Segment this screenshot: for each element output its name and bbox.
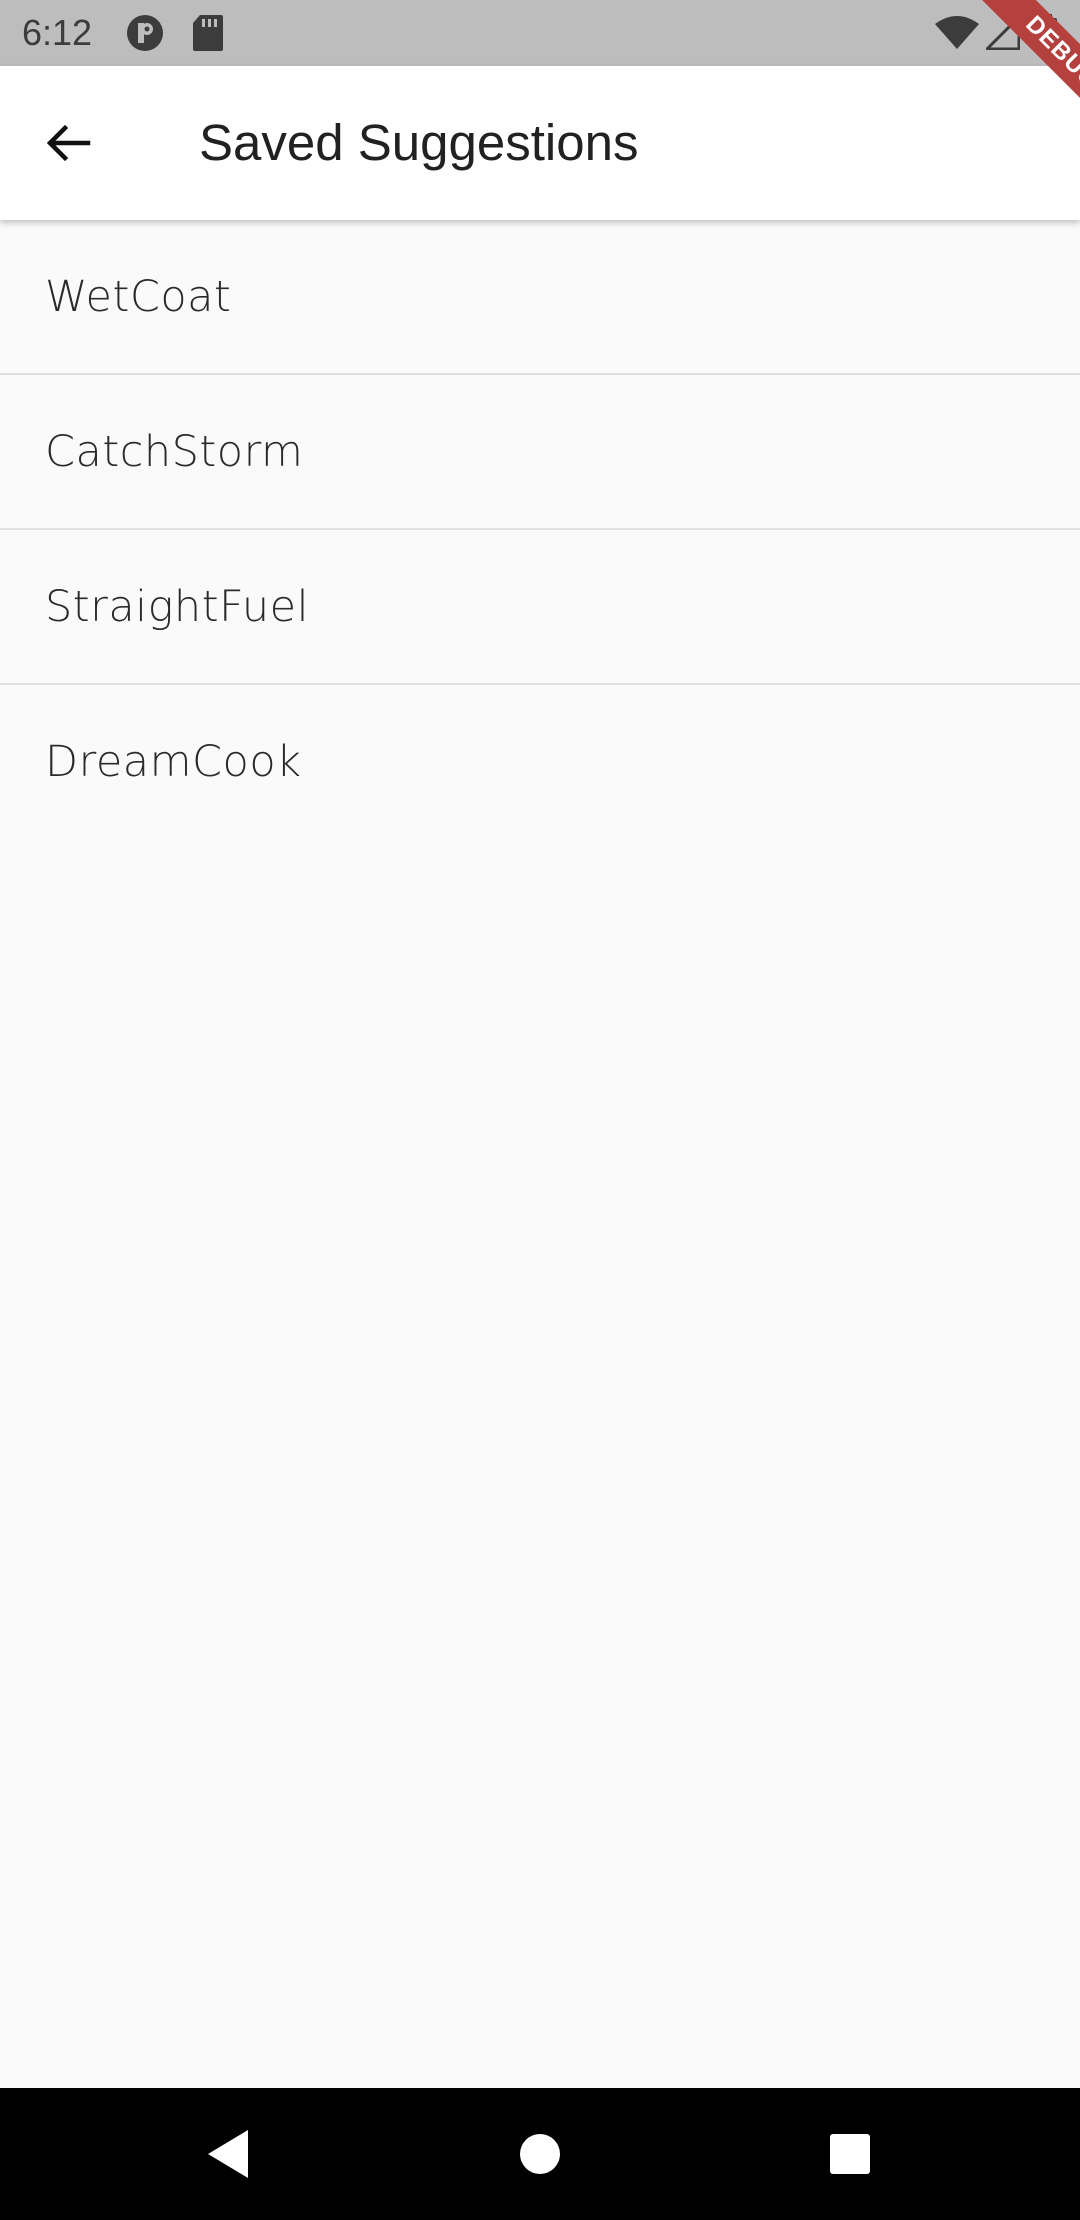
wifi-icon (934, 16, 980, 54)
list-item[interactable]: CatchStorm (0, 375, 1080, 530)
notification-app-icon (126, 14, 164, 56)
list-item-label: StraightFuel (45, 581, 310, 632)
list-item[interactable]: WetCoat (0, 220, 1080, 375)
sd-card-icon (192, 14, 224, 56)
page-title: Saved Suggestions (199, 114, 639, 171)
nav-back-icon (208, 2130, 248, 2178)
status-bar: 6:12 (0, 0, 1080, 66)
list-item-label: WetCoat (45, 271, 232, 322)
status-time: 6:12 (22, 12, 93, 53)
nav-home-button[interactable] (504, 2118, 576, 2190)
app-bar: Saved Suggestions (0, 66, 1080, 220)
list-item[interactable]: StraightFuel (0, 530, 1080, 685)
arrow-back-icon (46, 124, 91, 162)
system-navigation-bar (0, 2088, 1080, 2220)
nav-recents-button[interactable] (814, 2118, 886, 2190)
list-item-label: DreamCook (45, 736, 302, 787)
nav-home-icon (520, 2134, 560, 2174)
list-item-label: CatchStorm (45, 426, 304, 477)
nav-recents-icon (830, 2134, 870, 2174)
saved-suggestions-list: WetCoat CatchStorm StraightFuel DreamCoo… (0, 220, 1080, 838)
nav-back-button[interactable] (192, 2118, 264, 2190)
back-button[interactable] (36, 111, 100, 175)
list-item[interactable]: DreamCook (0, 685, 1080, 838)
